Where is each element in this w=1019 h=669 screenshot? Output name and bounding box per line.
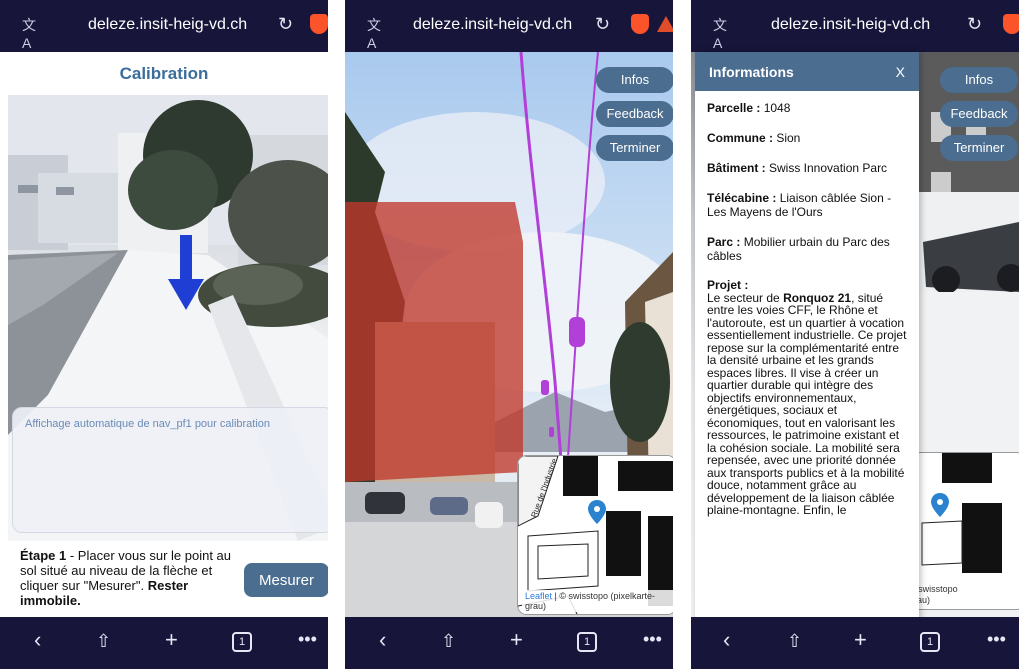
- close-icon[interactable]: X: [896, 64, 905, 80]
- info-panel-title: Informations: [709, 63, 794, 80]
- translate-icon[interactable]: 文A: [22, 15, 42, 51]
- info-label: Télécabine :: [707, 191, 777, 205]
- reload-icon[interactable]: ↻: [595, 14, 610, 35]
- share-icon[interactable]: ⇧: [787, 631, 802, 652]
- minimap[interactable]: Rue de l'Industrie Leaflet | © swisstopo…: [517, 455, 673, 615]
- cabin-icon: [569, 317, 585, 347]
- info-value: Swiss Innovation Parc: [765, 161, 888, 175]
- info-row-parcelle: Parcelle : 1048: [707, 101, 907, 115]
- back-icon[interactable]: ‹: [379, 627, 386, 653]
- more-icon[interactable]: •••: [298, 629, 317, 650]
- info-row-commune: Commune : Sion: [707, 131, 907, 145]
- tabs-icon[interactable]: 1: [920, 632, 940, 652]
- info-label: Bâtiment :: [707, 161, 766, 175]
- url-text[interactable]: deleze.insit-heig-vd.ch: [413, 16, 572, 34]
- page-title: Calibration: [119, 64, 209, 83]
- terminer-button[interactable]: Terminer: [940, 135, 1018, 161]
- brave-rewards-icon[interactable]: [657, 16, 673, 32]
- info-panel: Informations X Parcelle : 1048 Commune :…: [695, 52, 919, 622]
- url-text[interactable]: deleze.insit-heig-vd.ch: [88, 16, 247, 34]
- share-icon[interactable]: ⇧: [441, 631, 456, 652]
- more-icon[interactable]: •••: [987, 629, 1006, 650]
- leaflet-link[interactable]: Leaflet: [525, 591, 552, 601]
- brave-shield-icon[interactable]: [310, 14, 328, 34]
- info-row-projet: Projet : Le secteur de Ronquoz 21, situé…: [707, 279, 907, 517]
- reload-icon[interactable]: ↻: [278, 14, 293, 35]
- projet-text-2: , situé entre les voies CFF, le Rhône et…: [707, 290, 907, 517]
- phone-info-panel: 文A deleze.insit-heig-vd.ch ↻ Infos Feedb…: [691, 0, 1019, 669]
- back-icon[interactable]: ‹: [34, 627, 41, 653]
- map-attribution: Leaflet | © swisstopo (pixelkarte-grau): [522, 590, 673, 612]
- infos-button[interactable]: Infos: [940, 67, 1018, 93]
- terminer-button[interactable]: Terminer: [596, 135, 673, 161]
- info-row-batiment: Bâtiment : Swiss Innovation Parc: [707, 161, 907, 175]
- browser-toolbar: ‹ ⇧ + 1 •••: [0, 617, 328, 669]
- browser-url-bar[interactable]: 文A deleze.insit-heig-vd.ch ↻: [345, 0, 673, 52]
- new-tab-plus-icon[interactable]: +: [854, 627, 867, 653]
- translate-icon[interactable]: 文A: [713, 15, 733, 51]
- feedback-button[interactable]: Feedback: [596, 101, 673, 127]
- more-icon[interactable]: •••: [643, 629, 662, 650]
- new-tab-plus-icon[interactable]: +: [165, 627, 178, 653]
- phone-ar-view: 文A deleze.insit-heig-vd.ch ↻ Infos Feedb…: [345, 0, 673, 669]
- url-text[interactable]: deleze.insit-heig-vd.ch: [771, 16, 930, 34]
- info-panel-header: Informations X: [695, 52, 919, 91]
- measure-button[interactable]: Mesurer: [244, 563, 328, 597]
- phone-calibration: 文A deleze.insit-heig-vd.ch ↻ Calibration: [0, 0, 328, 669]
- info-label: Parc :: [707, 235, 741, 249]
- feedback-button[interactable]: Feedback: [940, 101, 1018, 127]
- tabs-icon[interactable]: 1: [577, 632, 597, 652]
- back-icon[interactable]: ‹: [723, 627, 730, 653]
- info-value: 1048: [760, 101, 791, 115]
- auto-display-text: Affichage automatique de nav_pf1 pour ca…: [25, 418, 271, 430]
- info-label: Commune :: [707, 131, 773, 145]
- browser-url-bar[interactable]: 文A deleze.insit-heig-vd.ch ↻: [691, 0, 1019, 52]
- info-label: Parcelle :: [707, 101, 761, 115]
- info-row-parc: Parc : Mobilier urbain du Parc des câble…: [707, 235, 907, 263]
- step-instructions: Étape 1 - Placer vous sur le point au so…: [20, 548, 240, 608]
- brave-shield-icon[interactable]: [1003, 14, 1019, 34]
- translate-icon[interactable]: 文A: [367, 15, 387, 51]
- browser-url-bar[interactable]: 文A deleze.insit-heig-vd.ch ↻: [0, 0, 328, 52]
- step-label: Étape 1: [20, 548, 67, 563]
- share-icon[interactable]: ⇧: [96, 631, 111, 652]
- info-row-telecabine: Télécabine : Liaison câblée Sion - Les M…: [707, 191, 907, 219]
- brave-shield-icon[interactable]: [631, 14, 649, 34]
- new-tab-plus-icon[interactable]: +: [510, 627, 523, 653]
- tabs-icon[interactable]: 1: [232, 632, 252, 652]
- info-value: Sion: [773, 131, 801, 145]
- info-panel-body: Parcelle : 1048 Commune : Sion Bâtiment …: [695, 91, 919, 527]
- reload-icon[interactable]: ↻: [967, 14, 982, 35]
- infos-button[interactable]: Infos: [596, 67, 673, 93]
- browser-toolbar: ‹ ⇧ + 1 •••: [691, 617, 1019, 669]
- auto-display-box: Affichage automatique de nav_pf1 pour ca…: [12, 407, 328, 533]
- browser-toolbar: ‹ ⇧ + 1 •••: [345, 617, 673, 669]
